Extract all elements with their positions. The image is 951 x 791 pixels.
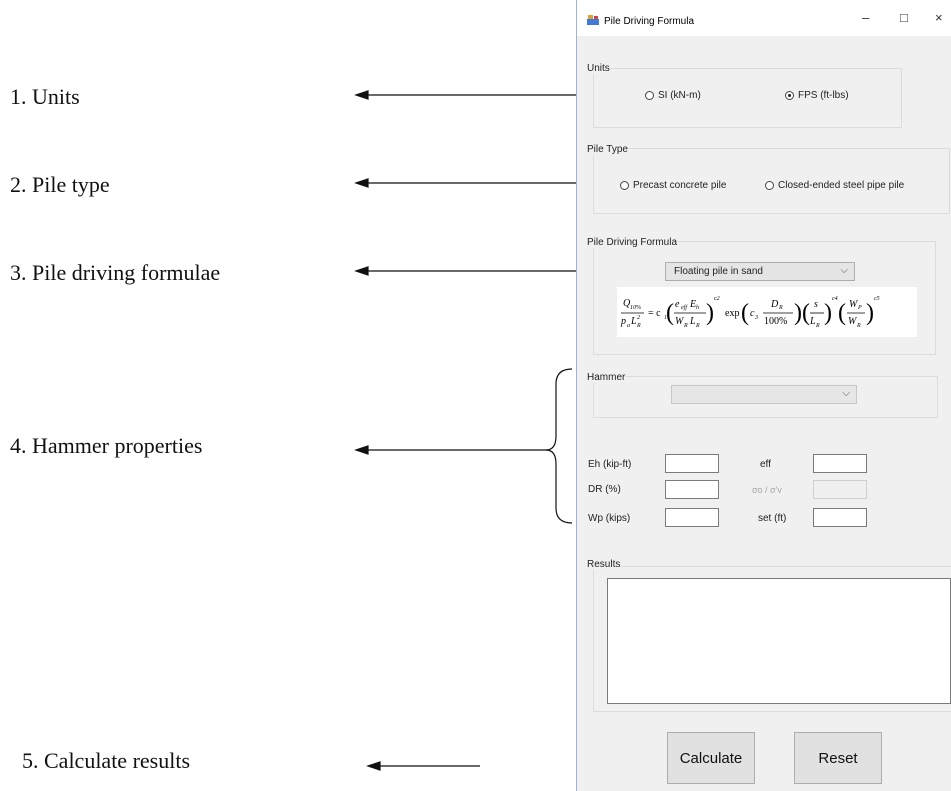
svg-text:): ) (866, 300, 874, 326)
formula-equation-image: Q 10% p a L 2R = c1 ( e eff Eh WRLR )c2 exp ( … (617, 287, 917, 337)
formula-select-value: Floating pile in sand (674, 266, 763, 277)
set-label: set (ft) (758, 513, 787, 524)
svg-text:s: s (814, 299, 818, 310)
svg-text:(: ( (741, 300, 749, 326)
svg-text:R: R (815, 323, 820, 329)
svg-text:L: L (809, 316, 816, 327)
formula-label: Pile Driving Formula (587, 237, 678, 248)
window-title: Pile Driving Formula (604, 16, 695, 27)
svg-text:L: L (630, 316, 637, 327)
radio-si-label: SI (kN-m) (658, 90, 701, 101)
radio-steel-pipe[interactable]: Closed-ended steel pipe pile (765, 180, 904, 191)
svg-text:h: h (696, 305, 699, 311)
units-label: Units (587, 63, 610, 74)
eff-label: eff (760, 459, 771, 470)
radio-precast-button[interactable] (620, 181, 629, 190)
svg-text:10%: 10% (630, 305, 641, 311)
formula-select[interactable]: Floating pile in sand ⌵ (665, 262, 855, 281)
svg-text:R: R (778, 305, 783, 311)
svg-text:c5: c5 (874, 296, 880, 302)
hammer-label: Hammer (587, 372, 626, 383)
svg-text:R: R (695, 323, 700, 329)
wp-input[interactable] (665, 508, 719, 527)
radio-si-button[interactable] (645, 91, 654, 100)
svg-text:a: a (627, 323, 630, 329)
svg-text:L: L (689, 316, 696, 327)
app-icon (587, 15, 599, 25)
set-input[interactable] (813, 508, 867, 527)
svg-text:p: p (620, 316, 626, 327)
eff-input[interactable] (813, 454, 867, 473)
svg-text:(: ( (666, 300, 674, 326)
svg-text:3: 3 (754, 315, 758, 321)
radio-steel-pipe-button[interactable] (765, 181, 774, 190)
radio-fps-button[interactable] (785, 91, 794, 100)
svg-text:)(: )( (794, 300, 810, 326)
svg-text:R: R (683, 323, 688, 329)
sigma-ratio-input (813, 480, 867, 499)
svg-text:exp: exp (725, 308, 739, 319)
svg-text:P: P (857, 305, 862, 311)
units-group (593, 68, 902, 128)
pile-type-label: Pile Type (587, 144, 628, 155)
radio-si[interactable]: SI (kN-m) (645, 90, 701, 101)
title-bar[interactable]: Pile Driving Formula – □ × (577, 0, 951, 36)
dr-input[interactable] (665, 480, 719, 499)
calculate-button[interactable]: Calculate (667, 732, 755, 784)
svg-text:100%: 100% (764, 316, 787, 327)
results-output[interactable] (607, 578, 951, 704)
radio-steel-pipe-label: Closed-ended steel pipe pile (778, 180, 905, 191)
pile-driving-window: Pile Driving Formula – □ × Units SI (kN-… (576, 0, 951, 791)
svg-text:c2: c2 (714, 296, 720, 302)
radio-precast-label: Precast concrete pile (633, 180, 727, 191)
svg-text:): ) (824, 300, 832, 326)
hammer-brace (545, 368, 573, 524)
minimize-button[interactable]: – (862, 10, 869, 25)
svg-text:R: R (856, 323, 861, 329)
svg-text:(: ( (838, 300, 846, 326)
eh-input[interactable] (665, 454, 719, 473)
svg-text:= c: = c (648, 308, 661, 319)
svg-text:2: 2 (637, 315, 640, 321)
radio-precast[interactable]: Precast concrete pile (620, 180, 726, 191)
radio-fps[interactable]: FPS (ft-lbs) (785, 90, 849, 101)
radio-fps-label: FPS (ft-lbs) (798, 90, 849, 101)
hammer-select[interactable]: ⌵ (671, 385, 857, 404)
svg-text:D: D (770, 299, 779, 310)
reset-button[interactable]: Reset (794, 732, 882, 784)
chevron-down-icon: ⌵ (842, 388, 850, 399)
sigma-ratio-label: σo / σ'v (752, 485, 782, 495)
eh-label: Eh (kip-ft) (588, 459, 632, 470)
svg-text:e: e (675, 299, 680, 310)
svg-text:c4: c4 (832, 295, 838, 302)
svg-text:): ) (706, 300, 714, 326)
dr-label: DR (%) (588, 484, 621, 495)
chevron-down-icon: ⌵ (840, 265, 848, 276)
close-button[interactable]: × (935, 10, 943, 25)
svg-text:R: R (636, 323, 641, 329)
wp-label: Wp (kips) (588, 513, 631, 524)
results-label: Results (587, 559, 621, 570)
maximize-button[interactable]: □ (900, 10, 908, 25)
